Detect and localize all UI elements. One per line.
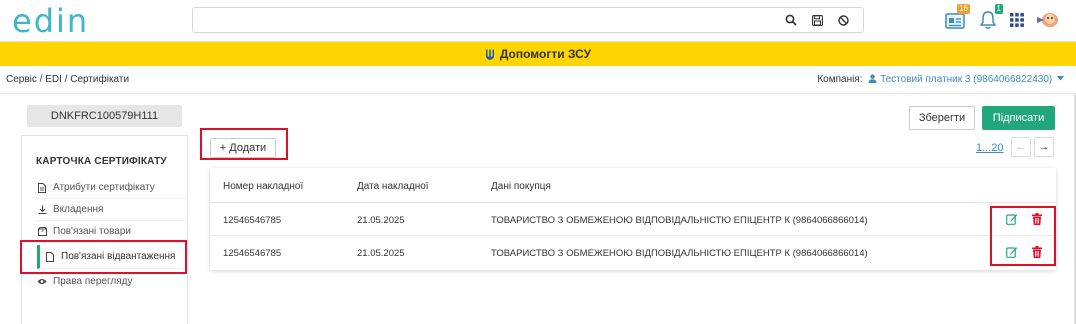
support-banner[interactable]: Допомогти ЗСУ — [0, 42, 1076, 66]
shipments-table: Номер накладної Дата накладної Дані поку… — [210, 168, 1056, 270]
company-label: Компанія: — [817, 74, 863, 85]
arrow-left-icon: ← — [1015, 141, 1027, 153]
news-badge: 16 — [957, 4, 970, 14]
table-row: 12546546785 21.05.2025 ТОВАРИСТВО З ОБМЕ… — [210, 203, 1056, 236]
buyer-data: ТОВАРИСТВО З ОБМЕЖЕНОЮ ВІДПОВІДАЛЬНІСТЮ … — [491, 248, 868, 259]
user-avatar[interactable] — [1034, 8, 1062, 32]
card-title: КАРТОЧКА СЕРТИФІКАТУ — [36, 156, 167, 167]
column-header-buyer: Дані покупця — [491, 181, 551, 192]
save-button[interactable]: Зберегти — [909, 106, 975, 130]
news-button[interactable]: 16 — [943, 4, 970, 32]
download-icon — [36, 205, 48, 214]
notifications-button[interactable]: 1 — [976, 4, 1003, 32]
sidebar-item-label: Вкладення — [53, 204, 104, 215]
next-page-button[interactable]: → — [1034, 137, 1054, 157]
sidebar-item-label: Пов'язані товари — [53, 226, 131, 237]
box-icon — [36, 227, 48, 236]
invoice-date: 21.05.2025 — [357, 215, 405, 226]
avatar — [1037, 13, 1058, 27]
eye-icon — [36, 278, 48, 285]
caret-down-icon — [1057, 76, 1064, 81]
invoice-number: 12546546785 — [223, 215, 282, 226]
sidebar-item-label: Атрибути сертифікату — [53, 182, 155, 193]
search-input[interactable] — [199, 11, 769, 29]
search-button[interactable] — [779, 8, 803, 32]
column-header-invoice-date: Дата накладної — [357, 181, 429, 192]
ban-icon — [837, 14, 849, 26]
highlight-add-button — [200, 128, 288, 160]
pagination-range[interactable]: 1...20 — [976, 142, 1004, 154]
file-icon — [36, 182, 48, 193]
certificate-card: КАРТОЧКА СЕРТИФІКАТУ Атрибути сертифікат… — [21, 135, 188, 324]
save-icon — [811, 14, 823, 26]
search-icon — [785, 14, 797, 26]
highlight-related-shipments — [20, 240, 187, 274]
search-bar[interactable] — [192, 7, 864, 33]
save-search-button[interactable] — [805, 8, 829, 32]
prev-page-button[interactable]: ← — [1011, 137, 1031, 157]
top-bar: edin 16 1 — [0, 0, 1076, 42]
sign-button[interactable]: Підписати — [982, 106, 1055, 130]
clear-search-button[interactable] — [831, 8, 855, 32]
invoice-number: 12546546785 — [223, 248, 282, 259]
arrow-right-icon: → — [1038, 141, 1050, 153]
apps-icon — [1010, 13, 1024, 27]
column-header-invoice-number: Номер накладної — [223, 181, 304, 192]
banner-text: Допомогти ЗСУ — [499, 47, 592, 61]
company-selector[interactable]: Компанія: Тестовий платник 3 (9864066822… — [817, 74, 1064, 85]
sidebar-item-attributes[interactable]: Атрибути сертифікату — [36, 177, 186, 199]
edin-logo[interactable]: edin — [12, 4, 89, 38]
sidebar-item-attachments[interactable]: Вкладення — [36, 199, 186, 221]
breadcrumb-bar: Сервіс / EDI / Сертифікати Компанія: Тес… — [0, 66, 1076, 94]
highlight-row-actions — [990, 206, 1056, 266]
table-row: 12546546785 21.05.2025 ТОВАРИСТВО З ОБМЕ… — [210, 236, 1056, 269]
apps-button[interactable] — [1005, 8, 1029, 32]
trident-icon — [485, 48, 494, 60]
company-name: Тестовий платник 3 (9864066822430) — [880, 74, 1053, 85]
bell-badge: 1 — [994, 4, 1003, 14]
buyer-data: ТОВАРИСТВО З ОБМЕЖЕНОЮ ВІДПОВІДАЛЬНІСТЮ … — [491, 215, 868, 226]
document-number: DNKFRC100579H111 — [27, 105, 182, 127]
user-icon — [868, 74, 877, 83]
breadcrumb[interactable]: Сервіс / EDI / Сертифікати — [6, 74, 129, 85]
invoice-date: 21.05.2025 — [357, 248, 405, 259]
sidebar-item-label: Права перегляду — [53, 275, 133, 287]
